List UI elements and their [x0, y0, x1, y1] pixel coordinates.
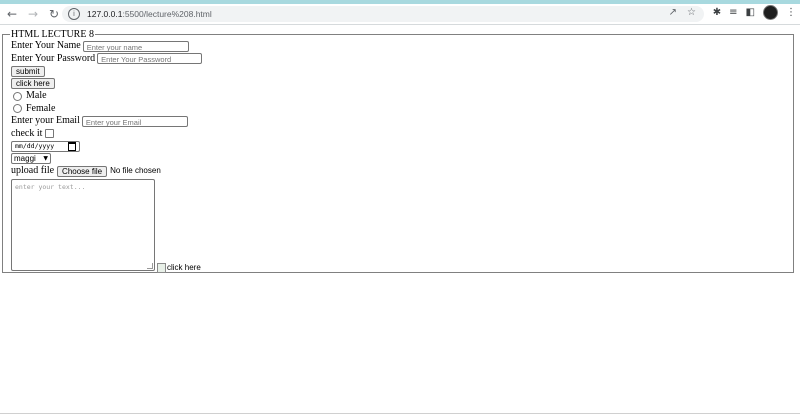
- media-icon[interactable]: ≡: [729, 7, 737, 18]
- reload-icon[interactable]: ↻: [45, 5, 63, 23]
- male-radio[interactable]: [13, 91, 22, 101]
- extensions-icon[interactable]: ✱: [713, 7, 721, 18]
- email-row: Enter your Email Enter your Email: [11, 115, 793, 128]
- check-label: check it: [11, 127, 43, 139]
- no-file-text: No file chosen: [110, 166, 161, 175]
- form-fieldset: HTML LECTURE 8 Enter Your Name Enter you…: [2, 29, 794, 273]
- date-row: mm/dd/yyyy: [11, 140, 793, 153]
- submit-row: submit: [11, 65, 793, 78]
- email-label: Enter your Email: [11, 115, 80, 126]
- upload-row: upload file Choose file No file chosen: [11, 165, 793, 178]
- url-host: 127.0.0.1: [87, 9, 123, 19]
- select-row: maggi ▼: [11, 153, 793, 166]
- side-panel-icon[interactable]: ◧: [746, 7, 755, 18]
- text-area[interactable]: enter your text...: [11, 178, 155, 271]
- fieldset-legend: HTML LECTURE 8: [11, 29, 94, 40]
- male-row: Male: [11, 90, 793, 103]
- omnibox-actions: ↗ ☆: [669, 7, 696, 18]
- textarea-row: enter your text... click here: [11, 178, 793, 273]
- image-alt-text: click here: [167, 263, 201, 272]
- back-icon[interactable]: ←: [3, 5, 21, 23]
- click-here-button[interactable]: click here: [11, 78, 55, 90]
- choose-file-button[interactable]: Choose file: [57, 165, 108, 177]
- click-row: click here: [11, 78, 793, 91]
- select-value: maggi: [14, 153, 36, 163]
- page-content: HTML LECTURE 8 Enter Your Name Enter you…: [0, 25, 800, 414]
- password-row: Enter Your Password Enter Your Password: [11, 53, 793, 66]
- info-icon[interactable]: i: [68, 8, 80, 20]
- check-row: check it: [11, 128, 793, 141]
- check-it-checkbox[interactable]: [45, 129, 55, 139]
- address-bar[interactable]: i 127.0.0.1:5500/lecture%208.html ↗ ☆: [62, 6, 704, 22]
- name-input[interactable]: Enter your name: [82, 40, 189, 52]
- forward-icon[interactable]: →: [24, 5, 42, 23]
- image-link[interactable]: click here: [157, 262, 201, 273]
- female-label: Female: [26, 102, 56, 114]
- chevron-down-icon: ▼: [43, 154, 48, 162]
- date-input[interactable]: mm/dd/yyyy: [11, 140, 80, 152]
- name-row: Enter Your Name Enter your name: [11, 40, 793, 53]
- url-text: 127.0.0.1:5500/lecture%208.html: [87, 9, 212, 19]
- password-label: Enter Your Password: [11, 52, 96, 64]
- female-radio[interactable]: [13, 104, 22, 114]
- toolbar-actions: ✱ ≡ ◧ ⋮: [713, 5, 796, 20]
- calendar-icon[interactable]: [68, 141, 76, 151]
- date-placeholder: mm/dd/yyyy: [15, 142, 55, 150]
- profile-avatar[interactable]: [763, 5, 778, 20]
- bookmark-star-icon[interactable]: ☆: [687, 7, 696, 18]
- textarea-placeholder: enter your text...: [15, 182, 86, 191]
- url-path: :5500/lecture%208.html: [122, 9, 212, 19]
- food-select[interactable]: maggi ▼: [11, 153, 51, 165]
- submit-button[interactable]: submit: [11, 65, 45, 77]
- name-label: Enter Your Name: [11, 40, 81, 51]
- upload-label: upload file: [11, 165, 55, 176]
- browser-toolbar: ← → ↻ i 127.0.0.1:5500/lecture%208.html …: [0, 4, 800, 25]
- resize-grip-icon[interactable]: [147, 262, 153, 269]
- male-label: Male: [26, 90, 47, 101]
- share-icon[interactable]: ↗: [669, 7, 677, 18]
- menu-icon[interactable]: ⋮: [786, 7, 796, 18]
- email-input[interactable]: Enter your Email: [81, 115, 188, 127]
- password-input[interactable]: Enter Your Password: [97, 53, 203, 65]
- female-row: Female: [11, 103, 793, 116]
- broken-image-icon: [157, 262, 166, 273]
